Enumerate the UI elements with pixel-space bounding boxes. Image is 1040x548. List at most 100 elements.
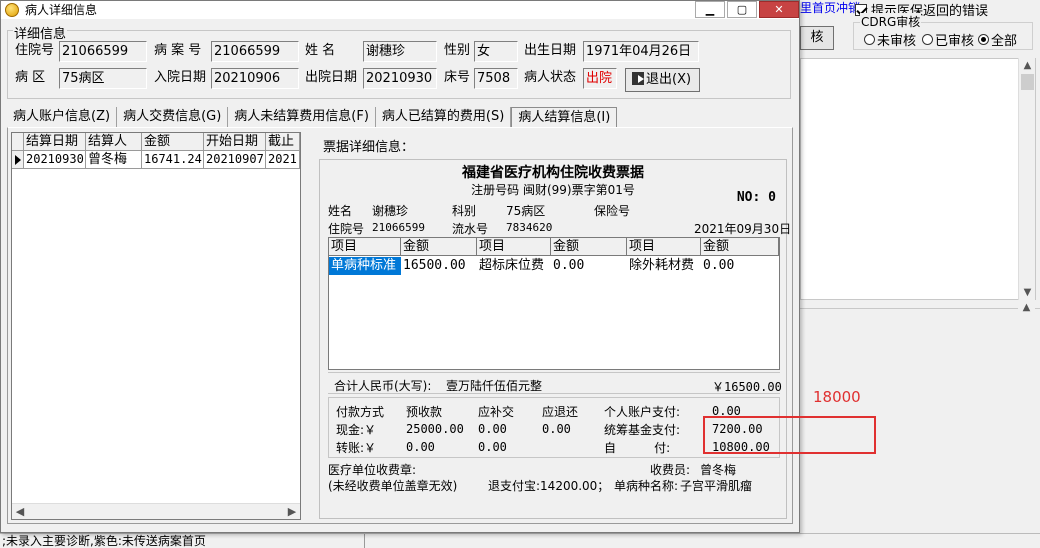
amount-header: 金额 [551, 238, 627, 256]
item-amount[interactable]: 0.00 [551, 257, 627, 275]
item-name-selected[interactable]: 单病种标准 [329, 257, 401, 275]
transfer-supplement: 0.00 [478, 440, 507, 454]
maximize-button[interactable]: ▢ [727, 1, 757, 18]
settlement-grid[interactable]: 结算日期 结算人 金额 开始日期 截止 20210930 曾冬梅 16741.2… [11, 132, 301, 520]
scroll-thumb[interactable] [1021, 74, 1034, 90]
header-end-date[interactable]: 截止 [266, 133, 300, 151]
cash-supplement: 0.00 [478, 422, 507, 436]
window-title: 病人详细信息 [25, 3, 98, 17]
radio-icon[interactable] [922, 34, 933, 45]
radio-reviewed[interactable]: 已审核 [922, 30, 974, 49]
patient-detail-dialog: 病人详细信息 ▁ ▢ ✕ 详细信息 住院号 21066599 病 案 号 210… [0, 0, 800, 533]
in-date-field[interactable]: 20210906 [211, 68, 299, 89]
admission-no-label: 住院号 [15, 43, 55, 58]
status-bar: ;未录入主要诊断,紫色:未传送病案首页 [0, 533, 1040, 548]
birth-date-field[interactable]: 1971年04月26日 [583, 41, 699, 62]
cash-prepaid: 25000.00 [406, 422, 464, 436]
header-settle-date[interactable]: 结算日期 [24, 133, 86, 151]
in-date-label: 入院日期 [154, 70, 207, 85]
ward-field[interactable]: 75病区 [59, 68, 147, 89]
out-date-field[interactable]: 20210930 [363, 68, 437, 89]
total-words: 壹万陆仟伍佰元整 [446, 379, 543, 393]
receipt-date: 2021年09月30日 [694, 222, 792, 236]
sex-field[interactable]: 女 [474, 41, 518, 62]
radio-icon[interactable] [864, 34, 875, 45]
bed-field[interactable]: 7508 [474, 68, 518, 89]
tab-unsettled-fees[interactable]: 病人未结算费用信息(F) [228, 107, 376, 127]
exit-door-icon [632, 72, 644, 85]
admission-no-field[interactable]: 21066599 [59, 41, 147, 62]
annotation-highlight-box [703, 416, 876, 454]
vertical-scrollbar[interactable]: ▲ ▼ [1018, 58, 1035, 300]
review-button[interactable]: 核 [800, 26, 834, 50]
tab-account-info[interactable]: 病人账户信息(Z) [7, 107, 118, 127]
cell-amount[interactable]: 16741.24 [142, 151, 204, 169]
header-amount[interactable]: 金额 [142, 133, 204, 151]
total-amount: ￥16500.00 [712, 380, 782, 394]
item-amount[interactable]: 16500.00 [401, 257, 477, 275]
ward-label: 病 区 [15, 70, 46, 85]
header-settler[interactable]: 结算人 [86, 133, 142, 151]
cashier-name: 曾冬梅 [700, 463, 737, 477]
cell-settler[interactable]: 曾冬梅 [86, 151, 142, 169]
radio-all[interactable]: 全部 [978, 30, 1017, 49]
receipt-panel: 福建省医疗机构住院收费票据 注册号码 闽财(99)票字第01号 NO: 0 姓名… [319, 159, 791, 519]
case-no-field[interactable]: 21066599 [211, 41, 299, 62]
scroll-up-icon[interactable]: ▲ [1018, 302, 1035, 313]
receipt-serial: 7834620 [506, 221, 553, 234]
table-row[interactable]: 单病种标准 16500.00 超标床位费 0.00 除外耗材费 0.00 [329, 257, 779, 275]
row-indicator [12, 133, 24, 151]
receipt-dept: 75病区 [506, 204, 546, 218]
header-start-date[interactable]: 开始日期 [204, 133, 266, 151]
pay-method-header: 付款方式 [336, 405, 385, 419]
tab-settled-fees[interactable]: 病人已结算的费用(S) [376, 107, 512, 127]
grid-header-row: 结算日期 结算人 金额 开始日期 截止 [12, 133, 300, 151]
detail-group-title: 详细信息 [13, 23, 68, 42]
radio-selected-icon[interactable] [978, 34, 989, 45]
amount-header: 金额 [401, 238, 477, 256]
item-header: 项目 [477, 238, 551, 256]
disease-name: 子宫平滑肌瘤 [680, 479, 753, 493]
vertical-scrollbar-lower[interactable]: ▲ [1018, 300, 1035, 530]
receipt-admission: 21066599 [372, 221, 425, 234]
tab-payment-info[interactable]: 病人交费信息(G) [117, 107, 229, 127]
tab-bar: 病人账户信息(Z) 病人交费信息(G) 病人未结算费用信息(F) 病人已结算的费… [7, 107, 618, 127]
status-divider [364, 534, 365, 548]
transfer-prepaid: 0.00 [406, 440, 435, 454]
cell-start-date[interactable]: 20210907 [204, 151, 266, 169]
item-name[interactable]: 超标床位费 [477, 257, 551, 275]
radio-unreviewed[interactable]: 未审核 [864, 30, 916, 49]
name-field[interactable]: 谢穗珍 [363, 41, 437, 62]
reverse-homepage-link[interactable]: 里首页冲销 [800, 0, 860, 16]
receipt-registration: 注册号码 闽财(99)票字第01号 [471, 183, 635, 197]
exit-button[interactable]: 退出(X) [625, 68, 700, 92]
table-row[interactable]: 20210930 曾冬梅 16741.24 20210907 2021 [12, 151, 300, 169]
status-text: ;未录入主要诊断,紫色:未传送病案首页 [2, 534, 206, 548]
horizontal-scrollbar[interactable]: ◀ ▶ [12, 503, 300, 519]
seal-note: (未经收费单位盖章无效) [328, 479, 458, 493]
patient-status-field[interactable]: 出院 [583, 68, 617, 89]
tab-settlement-info[interactable]: 病人结算信息(I) [511, 107, 618, 127]
close-button[interactable]: ✕ [759, 1, 799, 18]
app-icon [5, 3, 19, 17]
receipt-title: 福建省医疗机构住院收费票据 [462, 165, 644, 181]
scroll-left-icon[interactable]: ◀ [12, 504, 28, 520]
annotation-number: 18000 [813, 388, 861, 406]
cashier-label: 收费员: [650, 463, 691, 477]
cell-settle-date[interactable]: 20210930 [24, 151, 86, 169]
self-pay-label: 自 付: [604, 441, 671, 455]
scroll-right-icon[interactable]: ▶ [284, 504, 300, 520]
title-bar[interactable]: 病人详细信息 ▁ ▢ ✕ [1, 1, 799, 19]
out-date-label: 出院日期 [305, 70, 358, 85]
cell-end-date[interactable]: 2021 [266, 151, 300, 169]
minimize-button[interactable]: ▁ [695, 1, 725, 18]
item-amount[interactable]: 0.00 [701, 257, 779, 275]
receipt-detail-label: 票据详细信息： [323, 140, 415, 155]
scroll-up-icon[interactable]: ▲ [1019, 60, 1036, 71]
transfer-label: 转账:￥ [336, 441, 377, 455]
item-name[interactable]: 除外耗材费 [627, 257, 701, 275]
amount-header: 金额 [701, 238, 779, 256]
scroll-down-icon[interactable]: ▼ [1019, 287, 1036, 298]
radio-label: 已审核 [935, 34, 975, 49]
item-header: 项目 [329, 238, 401, 256]
